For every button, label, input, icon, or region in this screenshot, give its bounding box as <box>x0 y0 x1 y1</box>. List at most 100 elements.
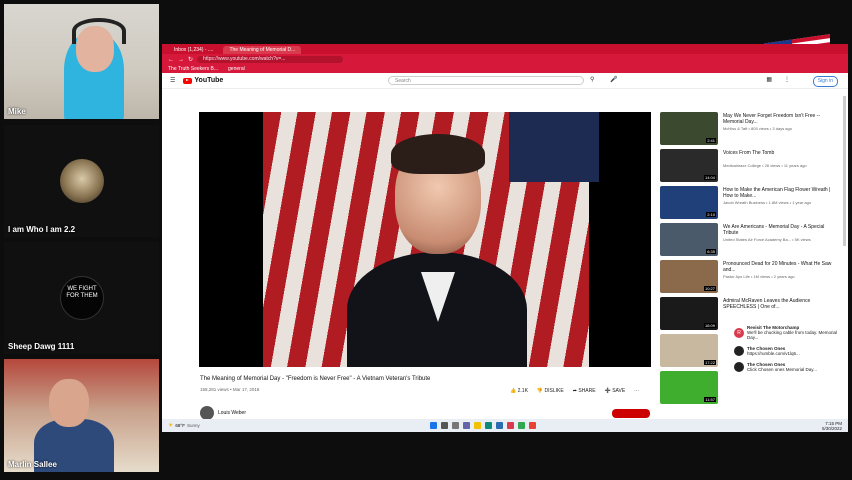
save-icon: ➕ <box>604 388 611 394</box>
channel-name[interactable]: Louis Weber <box>218 410 246 416</box>
chat-icon[interactable] <box>462 422 470 429</box>
share-icon: ➦ <box>572 388 577 394</box>
weather-icon[interactable]: ☀ <box>168 422 173 429</box>
url-field[interactable]: https://www.youtube.com/watch?v=... <box>197 56 344 63</box>
recommendation-item[interactable]: 6:35 We Are Americans - Memorial Day - A… <box>660 223 840 260</box>
recommendation-title: We Are Americans - Memorial Day - A Spec… <box>723 224 825 236</box>
reload-icon[interactable]: ↻ <box>188 56 193 63</box>
participant-tile-marlin[interactable]: Marlin Sallee <box>4 359 159 472</box>
recommendation-meta: Pastor Ayo Life • 1M views • 2 years ago <box>723 274 795 279</box>
subscribe-button[interactable] <box>612 409 650 418</box>
video-title: The Meaning of Memorial Day - "Freedom i… <box>200 376 431 382</box>
taskbar-clock[interactable]: 7:15 PM 5/30/2022 <box>822 421 842 431</box>
clock-time: 7:15 PM <box>825 420 842 426</box>
notification-panel: R Revisit The Motorchamp We'll be chucki… <box>730 322 842 414</box>
dislike-label: DISLIKE <box>544 388 564 394</box>
menu-icon[interactable]: ☰ <box>170 77 175 84</box>
bookmarks-bar: The Truth Seekers B... general <box>162 65 848 73</box>
recommendation-item[interactable]: 10:27 Pronounced Dead for 20 Minutes - W… <box>660 260 840 297</box>
participant-tile-iam[interactable]: I am Who I am 2.2 <box>4 125 159 237</box>
recommendation-title: Pronounced Dead for 20 Minutes - What He… <box>723 261 832 273</box>
participant-name: I am Who I am 2.2 <box>8 225 76 234</box>
forward-icon[interactable]: → <box>178 57 184 63</box>
dislike-button[interactable]: 👎 DISLIKE <box>537 388 564 394</box>
weather-desc: Sunny <box>186 423 200 428</box>
share-button[interactable]: ➦ SHARE <box>573 388 596 394</box>
edge-icon[interactable] <box>484 422 492 429</box>
browser-tab[interactable]: Inbox (1,234) - .... <box>168 46 219 54</box>
duration-badge: 10:27 <box>703 286 716 291</box>
more-actions-icon[interactable]: ⋯ <box>634 388 639 394</box>
duration-badge: 14:04 <box>703 175 716 180</box>
taskbar-apps <box>429 422 540 429</box>
thumbs-down-icon: 👎 <box>536 388 544 394</box>
recommendation-item[interactable]: 14:04 Voices From The Tomb Medicalmaxx C… <box>660 149 840 186</box>
channel-row: Louis Weber <box>200 406 246 420</box>
notification-item[interactable]: The Chosen Ones https://rumble.com/v1lq6… <box>730 343 842 359</box>
browser-tab-strip: Inbox (1,234) - .... The Meaning of Memo… <box>162 44 848 54</box>
recommendation-item[interactable]: 2:10 How to Make the American Flag Flowe… <box>660 186 840 223</box>
search-icon[interactable] <box>440 422 448 429</box>
participant-tile-mike[interactable]: Mike <box>4 4 159 119</box>
recommendation-title: May We Never Forget Freedom Isn't Free -… <box>723 113 820 125</box>
youtube-logo-text: YouTube <box>194 77 224 84</box>
weather-temp: 68°F <box>175 423 185 428</box>
app-icon[interactable] <box>517 422 525 429</box>
notification-body: Click Chosen ones Memorial Day... <box>747 367 817 372</box>
sign-in-button[interactable]: Sign in <box>812 76 838 87</box>
video-actions: 👍 2.1K 👎 DISLIKE ➦ SHARE ➕ SAVE ⋯ <box>510 388 639 394</box>
store-icon[interactable] <box>495 422 503 429</box>
save-button[interactable]: ➕ SAVE <box>605 388 626 394</box>
video-frame-flag-canton <box>509 112 599 182</box>
youtube-logo[interactable]: YouTube <box>183 77 223 84</box>
search-input[interactable]: Search <box>388 76 584 85</box>
participant-face <box>49 379 89 427</box>
recommendation-thumbnail: 2:41 <box>660 112 718 145</box>
notification-body: We'll be chucking cable from today. Memo… <box>747 330 837 340</box>
search-icon[interactable]: ⚲ <box>590 76 594 83</box>
recommendation-thumbnail: 10:27 <box>660 260 718 293</box>
scrollbar[interactable] <box>843 96 846 246</box>
participant-name: Sheep Dawg 1111 <box>8 342 75 351</box>
recommendation-thumbnail: 11:57 <box>660 371 718 404</box>
browser-tab-active[interactable]: The Meaning of Memorial D... <box>223 46 302 54</box>
recommendation-meta: United States Air Force Academy Ba... • … <box>723 237 811 242</box>
windows-taskbar: ☀ 68°F Sunny 7:15 PM 5/30/2022 <box>162 419 848 432</box>
recommendation-meta: McHiss & Taft • 805 views • 3 days ago <box>723 126 792 131</box>
duration-badge: 6:35 <box>706 249 716 254</box>
start-icon[interactable] <box>429 422 437 429</box>
save-label: SAVE <box>612 388 626 394</box>
headphones <box>72 18 126 44</box>
chrome-icon[interactable] <box>528 422 536 429</box>
profile-icon <box>734 346 744 356</box>
notification-item[interactable]: The Chosen Ones Click Chosen ones Memori… <box>730 359 842 375</box>
channel-avatar[interactable] <box>200 406 214 420</box>
participant-name: Mike <box>8 107 26 116</box>
duration-badge: 11:57 <box>704 397 716 402</box>
bookmark-item[interactable]: The Truth Seekers B... <box>168 66 218 72</box>
bookmark-item[interactable]: general <box>228 66 245 72</box>
recommendation-thumbnail: 17:22 <box>660 334 718 367</box>
thumbs-up-icon: 👍 <box>510 388 517 394</box>
like-button[interactable]: 👍 2.1K <box>510 388 528 394</box>
task-view-icon[interactable] <box>451 422 459 429</box>
recommendation-item[interactable]: 2:41 May We Never Forget Freedom Isn't F… <box>660 112 840 149</box>
recommendation-title: How to Make the American Flag Flower Wre… <box>723 187 831 199</box>
app-icon[interactable] <box>506 422 514 429</box>
recommendation-thumbnail: 6:35 <box>660 223 718 256</box>
recommendation-thumbnail: 16:09 <box>660 297 718 330</box>
browser-address-bar: ← → ↻ https://www.youtube.com/watch?v=..… <box>162 54 848 65</box>
more-icon[interactable]: ⋮ <box>784 76 790 83</box>
video-frame-hair <box>391 134 485 174</box>
mic-icon[interactable]: 🎤 <box>610 76 617 83</box>
participant-tile-sheep-dawg[interactable]: WE FIGHT FOR THEM Sheep Dawg 1111 <box>4 242 159 354</box>
file-explorer-icon[interactable] <box>473 422 481 429</box>
video-player[interactable] <box>199 112 651 367</box>
recommendation-thumbnail: 2:10 <box>660 186 718 219</box>
apps-icon[interactable]: ▦ <box>766 76 772 83</box>
duration-badge: 2:41 <box>706 138 716 143</box>
youtube-header: ☰ YouTube Search ⚲ 🎤 ▦ ⋮ Sign in <box>162 73 848 89</box>
back-icon[interactable]: ← <box>168 57 174 63</box>
notification-item[interactable]: R Revisit The Motorchamp We'll be chucki… <box>730 322 842 343</box>
recommendation-title: Admiral McRaven Leaves the Audience SPEE… <box>723 298 811 310</box>
